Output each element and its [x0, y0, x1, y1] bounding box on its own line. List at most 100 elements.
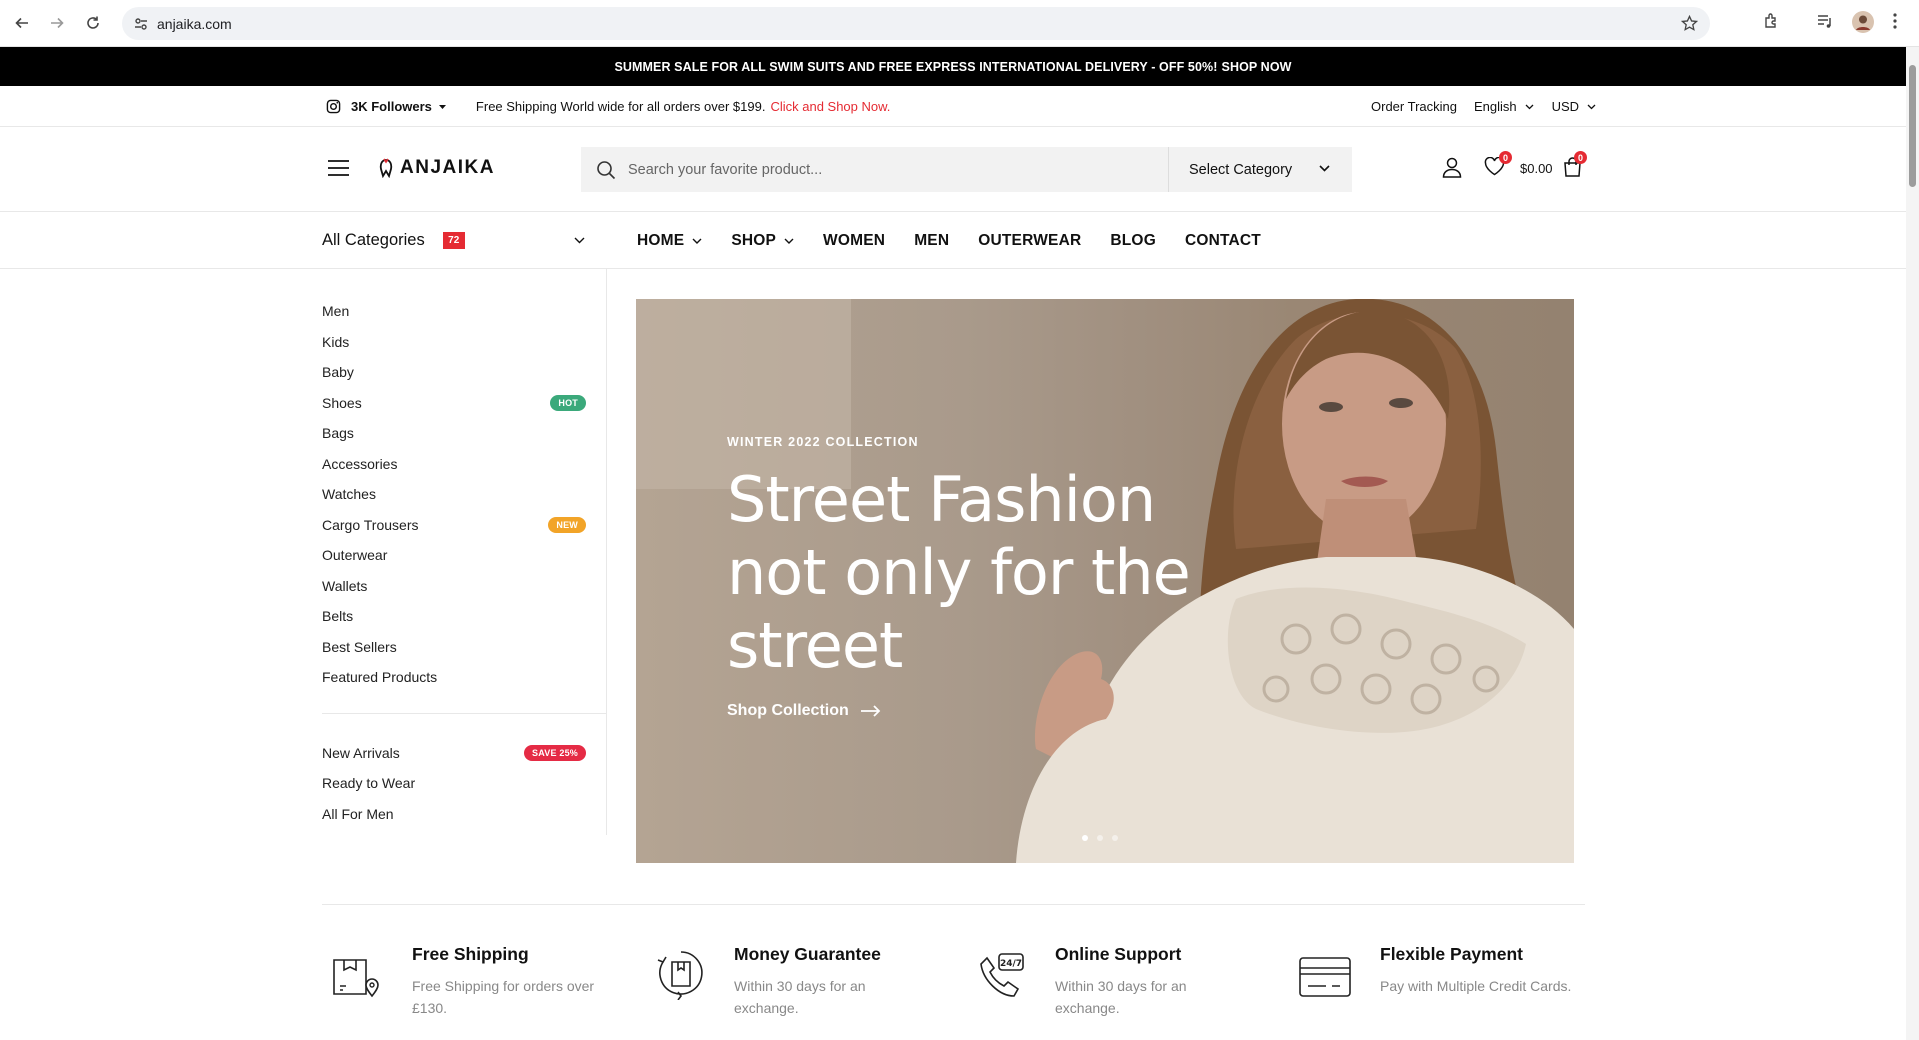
reload-icon[interactable] — [82, 12, 104, 34]
sidebar-item-shoes[interactable]: Shoes HOT — [322, 388, 606, 419]
extensions-icon[interactable] — [1763, 12, 1781, 30]
nav-item-outerwear[interactable]: OUTERWEAR — [978, 232, 1081, 250]
sidebar-divider — [322, 712, 607, 714]
cta-label: Shop Collection — [727, 702, 849, 719]
scrollbar-thumb[interactable] — [1909, 65, 1916, 187]
sidebar-item-men[interactable]: Men — [322, 296, 606, 327]
search-input[interactable] — [628, 161, 1168, 178]
feature-description: Pay with Multiple Credit Cards. — [1380, 978, 1572, 994]
sidebar-item-cargo-trousers[interactable]: Cargo Trousers NEW — [322, 510, 606, 541]
wishlist-heart-icon[interactable]: 0 — [1484, 151, 1512, 176]
slider-dot-active[interactable] — [1082, 835, 1088, 841]
sidebar-item-label: Bags — [322, 425, 354, 442]
language-dropdown[interactable]: English — [1474, 99, 1534, 114]
sidebar-item-label: Belts — [322, 608, 354, 625]
sidebar-item-featured-products[interactable]: Featured Products — [322, 662, 606, 693]
feature-description: Within 30 days for an exchange. — [734, 978, 866, 1016]
shop-now-link[interactable]: SHOP NOW — [1222, 60, 1292, 74]
nav-item-home[interactable]: HOME — [637, 232, 702, 250]
sidebar-item-label: Men — [322, 303, 350, 320]
sidebar-item-belts[interactable]: Belts — [322, 601, 606, 632]
sidebar-item-label: Outerwear — [322, 547, 388, 564]
site-logo[interactable]: ANJAIKA — [378, 157, 495, 179]
support-phone-icon: 24/7 — [977, 952, 1027, 1019]
announcement-bar: SUMMER SALE FOR ALL SWIM SUITS AND FREE … — [0, 47, 1906, 86]
category-sidebar: Men Kids Baby Shoes HOT Bags Accessories Watche… — [322, 269, 607, 835]
sidebar-item-accessories[interactable]: Accessories — [322, 449, 606, 480]
wishlist-count-badge: 0 — [1499, 151, 1512, 164]
money-guarantee-icon — [656, 948, 706, 1019]
nav-item-blog[interactable]: BLOG — [1110, 232, 1156, 250]
announcement-text: SUMMER SALE FOR ALL SWIM SUITS AND FREE … — [614, 59, 1218, 74]
hamburger-menu-icon[interactable] — [328, 160, 349, 176]
sidebar-item-label: Accessories — [322, 455, 398, 472]
sidebar-item-watches[interactable]: Watches — [322, 479, 606, 510]
extra-category-list: New Arrivals SAVE 25% Ready to Wear All For… — [322, 738, 606, 830]
account-user-icon[interactable] — [1442, 157, 1462, 178]
slider-dot[interactable] — [1097, 835, 1103, 841]
media-controls-icon[interactable] — [1816, 12, 1834, 30]
sidebar-item-wallets[interactable]: Wallets — [322, 571, 606, 602]
sidebar-item-baby[interactable]: Baby — [322, 357, 606, 388]
bookmark-star-icon[interactable] — [1681, 15, 1698, 32]
nav-item-contact[interactable]: CONTACT — [1185, 232, 1261, 250]
hero-slider: WINTER 2022 COLLECTION Street Fashion no… — [636, 299, 1574, 863]
sidebar-item-label: Watches — [322, 486, 376, 503]
sidebar-item-label: Ready to Wear — [322, 775, 416, 792]
category-tag-badge: SAVE 25% — [524, 744, 586, 761]
order-tracking-link[interactable]: Order Tracking — [1371, 99, 1457, 114]
sidebar-item-ready-to-wear[interactable]: Ready to Wear — [322, 768, 606, 799]
browser-menu-icon[interactable] — [1892, 12, 1898, 30]
shipping-box-icon — [330, 952, 382, 1019]
shop-collection-link[interactable]: Shop Collection — [727, 702, 881, 720]
search-icon[interactable] — [596, 160, 616, 180]
sidebar-item-label: Cargo Trousers — [322, 516, 419, 533]
sidebar-item-all-for-men[interactable]: All For Men — [322, 799, 606, 830]
feature-title: Online Support — [1055, 944, 1182, 964]
followers-label: 3K Followers — [351, 99, 432, 114]
top-bar: 3K Followers Free Shipping World wide fo… — [0, 86, 1906, 127]
chevron-down-icon — [1525, 104, 1534, 110]
forward-arrow-icon[interactable] — [46, 12, 68, 34]
chevron-down-icon — [1587, 104, 1596, 110]
sidebar-item-bags[interactable]: Bags — [322, 418, 606, 449]
feature-flexible-payment: Flexible Payment Pay with Multiple Credi… — [1298, 944, 1600, 998]
address-bar[interactable]: anjaika.com — [122, 7, 1710, 40]
navigation-row: All Categories 72 HOME SHOP WOMEN MEN OU… — [0, 212, 1906, 269]
sidebar-item-label: New Arrivals — [322, 744, 400, 761]
chevron-down-icon — [784, 238, 794, 244]
sidebar-item-new-arrivals[interactable]: New Arrivals SAVE 25% — [322, 738, 606, 769]
instagram-icon[interactable] — [326, 99, 341, 114]
feature-title: Flexible Payment — [1380, 944, 1523, 964]
all-categories-dropdown[interactable]: All Categories 72 — [322, 212, 585, 269]
hero-title: Street Fashion not only for the street — [727, 463, 1191, 682]
sidebar-item-outerwear[interactable]: Outerwear — [322, 540, 606, 571]
site-info-icon[interactable] — [133, 16, 149, 32]
cart-total[interactable]: $0.00 — [1520, 161, 1553, 176]
search-bar: Select Category — [581, 147, 1352, 192]
sidebar-item-kids[interactable]: Kids — [322, 327, 606, 358]
nav-item-men[interactable]: MEN — [914, 232, 949, 250]
shipping-info-text: Free Shipping World wide for all orders … — [475, 99, 766, 114]
browser-chrome: anjaika.com — [0, 0, 1919, 47]
profile-avatar[interactable] — [1852, 11, 1874, 33]
slider-dot[interactable] — [1112, 835, 1118, 841]
sidebar-item-best-sellers[interactable]: Best Sellers — [322, 632, 606, 663]
category-select[interactable]: Select Category — [1168, 147, 1352, 192]
logo-mark-icon — [378, 158, 394, 178]
nav-item-women[interactable]: WOMEN — [823, 232, 885, 250]
sidebar-item-label: Kids — [322, 333, 350, 350]
caret-down-icon — [438, 104, 446, 109]
followers-dropdown[interactable]: 3K Followers — [351, 99, 446, 114]
cart-bag-icon[interactable]: 0 — [1563, 151, 1587, 177]
page-scrollbar[interactable] — [1906, 47, 1919, 1040]
svg-text:24/7: 24/7 — [1000, 959, 1022, 969]
click-and-shop-link[interactable]: Click and Shop Now. — [770, 99, 890, 114]
nav-item-label: OUTERWEAR — [978, 231, 1082, 249]
currency-dropdown[interactable]: USD — [1552, 99, 1596, 114]
arrow-right-icon — [860, 705, 881, 717]
nav-item-shop[interactable]: SHOP — [731, 232, 794, 250]
back-arrow-icon[interactable] — [11, 12, 33, 34]
hero-subtitle: WINTER 2022 COLLECTION — [727, 435, 919, 449]
slider-dots — [1082, 835, 1127, 841]
